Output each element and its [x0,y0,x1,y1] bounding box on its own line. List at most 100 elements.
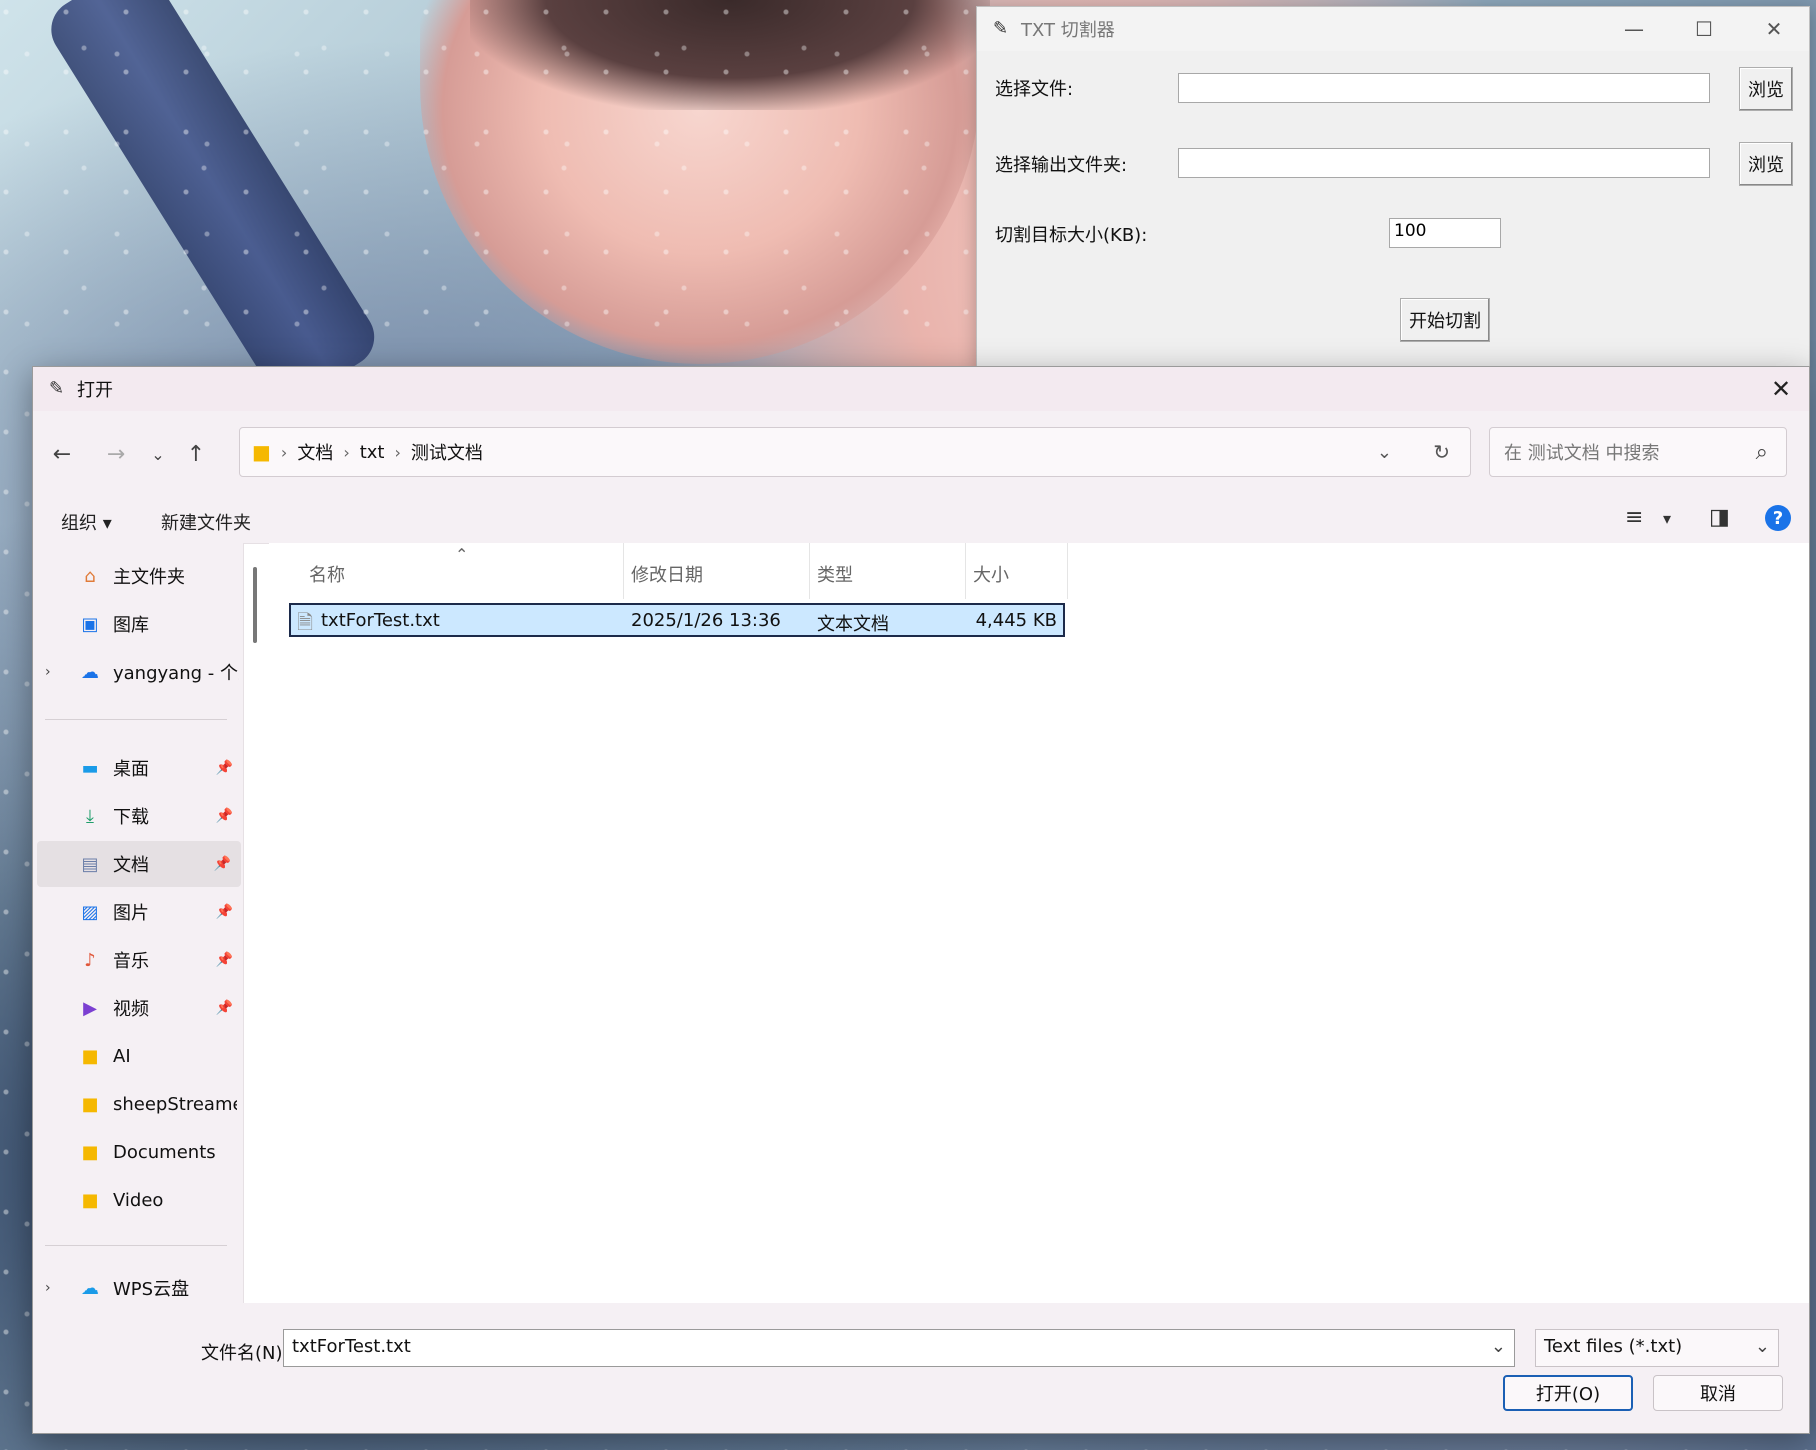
preview-pane-icon[interactable]: ◨ [1709,505,1730,530]
target-size-row: 切割目标大小(KB): [995,221,1147,247]
address-bar[interactable]: ■ › 文档 › txt › 测试文档 ⌄ ↻ [239,427,1471,477]
document-icon: ▤ [81,853,99,875]
pin-icon[interactable]: 📌 [216,952,233,968]
home-icon: ⌂ [84,565,96,587]
sidebar-item-home[interactable]: ⌂ 主文件夹 [33,553,243,599]
new-folder-button[interactable]: 新建文件夹 [161,509,251,535]
column-header-modified[interactable]: 修改日期 [631,561,703,587]
sidebar-item-desktop[interactable]: ▬ 桌面 📌 [33,745,243,791]
column-header-size[interactable]: 大小 [973,561,1009,587]
sidebar-scrollbar[interactable] [253,567,257,643]
sidebar-item-label: yangyang - 个人 [113,663,239,684]
back-arrow-icon[interactable]: ← [45,437,79,471]
browse-output-button[interactable]: 浏览 [1739,142,1793,186]
sidebar-divider [45,719,227,720]
breadcrumb-item[interactable]: txt [360,442,385,463]
chevron-right-icon[interactable]: › [45,1280,51,1296]
column-divider[interactable] [965,543,966,599]
desktop-icon: ▬ [81,757,99,779]
folder-icon: ■ [81,1093,99,1115]
filename-input[interactable]: txtForTest.txt ⌄ [283,1329,1515,1367]
column-divider[interactable] [809,543,810,599]
sidebar-item-gallery[interactable]: ▣ 图库 [33,601,243,647]
refresh-icon[interactable]: ↻ [1433,440,1450,464]
sidebar-item-label: WPS云盘 [113,1279,190,1300]
recent-dropdown-icon[interactable]: ⌄ [141,437,175,471]
window-controls: — ☐ ✕ [1599,7,1809,51]
breadcrumb-item[interactable]: 文档 [297,439,333,465]
folder-icon: ■ [81,1045,99,1067]
sidebar-item-label: Documents [113,1141,216,1163]
maximize-icon[interactable]: ☐ [1669,7,1739,51]
sidebar-item-ai[interactable]: ■ AI [33,1033,243,1079]
sidebar-item-label: 桌面 [113,759,149,780]
select-file-row: 选择文件: [995,75,1073,101]
view-dropdown-icon[interactable]: ▾ [1663,509,1671,528]
close-icon[interactable]: ✕ [1765,373,1797,405]
pin-icon[interactable]: 📌 [216,760,233,776]
sidebar-item-documents[interactable]: ▤ 文档 📌 [37,841,241,887]
breadcrumb-item[interactable]: 测试文档 [411,439,483,465]
sidebar-item-downloads[interactable]: ⤓ 下载 📌 [33,793,243,839]
pin-icon[interactable]: 📌 [216,1000,233,1016]
view-list-icon[interactable]: ≡ [1625,505,1643,530]
wps-cloud-icon: ☁ [81,1277,99,1299]
music-icon: ♪ [84,949,96,971]
sidebar-item-onedrive[interactable]: › ☁ yangyang - 个人 [33,649,243,695]
chevron-right-icon[interactable]: › [45,664,51,680]
select-output-input[interactable] [1178,148,1710,178]
select-output-label: 选择输出文件夹: [995,155,1128,176]
chevron-down-icon[interactable]: ⌄ [1491,1336,1506,1357]
dialog-title: 打开 [77,380,113,401]
txt-cutter-window: ✎ TXT 切割器 — ☐ ✕ 选择文件: 浏览 选择输出文件夹: 浏览 切割目… [976,6,1810,368]
sidebar-item-videos[interactable]: ▶ 视频 📌 [33,985,243,1031]
start-cut-button[interactable]: 开始切割 [1400,298,1490,342]
up-arrow-icon[interactable]: ↑ [179,437,213,471]
open-file-dialog: ✎ 打开 ✕ ← → ⌄ ↑ ■ › 文档 › txt › 测试文档 ⌄ ↻ 在… [32,366,1810,1434]
table-row[interactable]: 🗎 txtForTest.txt 2025/1/26 13:36 文本文档 4,… [289,603,1065,637]
sidebar-item-label: 文档 [113,855,149,876]
sidebar-item-label: 视频 [113,999,149,1020]
breadcrumb-separator-icon: › [343,442,350,462]
sidebar-item-documents-folder[interactable]: ■ Documents [33,1129,243,1175]
filename-value: txtForTest.txt [292,1336,411,1357]
text-file-icon: 🗎 [297,610,314,634]
search-icon[interactable]: ⌕ [1756,440,1768,465]
browse-file-button[interactable]: 浏览 [1739,67,1793,111]
forward-arrow-icon[interactable]: → [99,437,133,471]
sidebar-item-label: 图片 [113,903,149,924]
help-icon[interactable]: ? [1765,505,1791,531]
organize-menu[interactable]: 组织 ▾ [61,509,112,535]
file-list: ⌃ 名称 修改日期 类型 大小 🗎 txtForTest.txt 2025/1/… [269,543,1809,1303]
select-output-row: 选择输出文件夹: [995,151,1127,177]
pin-icon[interactable]: 📌 [216,808,233,824]
pin-icon[interactable]: 📌 [214,856,231,872]
column-header-name[interactable]: 名称 [309,561,345,587]
chevron-down-icon[interactable]: ⌄ [1755,1336,1770,1357]
file-type-value: Text files (*.txt) [1544,1336,1683,1357]
target-size-label: 切割目标大小(KB): [995,225,1148,246]
open-button[interactable]: 打开(O) [1503,1375,1633,1411]
pin-icon[interactable]: 📌 [216,904,233,920]
address-dropdown-icon[interactable]: ⌄ [1377,442,1392,463]
minimize-icon[interactable]: — [1599,7,1669,51]
column-divider[interactable] [623,543,624,599]
search-input[interactable]: 在 测试文档 中搜索 ⌕ [1489,427,1787,477]
select-file-input[interactable] [1178,73,1710,103]
sidebar-item-music[interactable]: ♪ 音乐 📌 [33,937,243,983]
app-titlebar: ✎ TXT 切割器 — ☐ ✕ [977,7,1809,51]
sort-ascending-icon: ⌃ [455,545,469,564]
target-size-input[interactable]: 100 [1389,218,1501,248]
cancel-button[interactable]: 取消 [1653,1375,1783,1411]
file-size: 4,445 KB [975,610,1057,631]
column-header-type[interactable]: 类型 [817,561,853,587]
download-icon: ⤓ [86,805,94,827]
column-divider[interactable] [1067,543,1068,599]
sidebar-item-pictures[interactable]: ▨ 图片 📌 [33,889,243,935]
file-type-select[interactable]: Text files (*.txt) ⌄ [1535,1329,1779,1367]
sidebar-item-sheepstreamer[interactable]: ■ sheepStreamer [33,1081,243,1127]
sidebar-item-video-folder[interactable]: ■ Video [33,1177,243,1223]
close-icon[interactable]: ✕ [1739,7,1809,51]
breadcrumb-separator-icon: › [394,442,401,462]
folder-icon: ■ [81,1141,99,1163]
